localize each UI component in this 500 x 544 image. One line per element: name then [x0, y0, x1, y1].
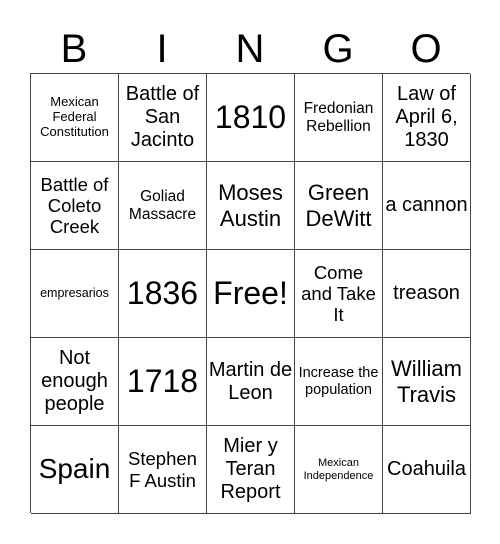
bingo-cell[interactable]: treason	[383, 250, 471, 338]
header-letter-n: N	[235, 27, 265, 71]
bingo-cell[interactable]: Martin de Leon	[207, 338, 295, 426]
bingo-cell[interactable]: a cannon	[383, 162, 471, 250]
bingo-cell[interactable]: Goliad Massacre	[119, 162, 207, 250]
bingo-header: B I N G O	[30, 26, 470, 72]
bingo-cell[interactable]: Mier y Teran Report	[207, 426, 295, 514]
bingo-cell[interactable]: Mexican Independence	[295, 426, 383, 514]
bingo-cell[interactable]: Law of April 6, 1830	[383, 74, 471, 162]
bingo-cell[interactable]: 1718	[119, 338, 207, 426]
bingo-cell[interactable]: 1810	[207, 74, 295, 162]
bingo-cell[interactable]: Spain	[31, 426, 119, 514]
bingo-cell[interactable]: Stephen F Austin	[119, 426, 207, 514]
header-letter-g: G	[322, 27, 354, 71]
bingo-cell[interactable]: Green DeWitt	[295, 162, 383, 250]
bingo-cell[interactable]: Come and Take It	[295, 250, 383, 338]
bingo-cell[interactable]: Battle of San Jacinto	[119, 74, 207, 162]
bingo-cell[interactable]: Increase the population	[295, 338, 383, 426]
bingo-cell[interactable]: Battle of Coleto Creek	[31, 162, 119, 250]
bingo-cell[interactable]: Moses Austin	[207, 162, 295, 250]
bingo-cell[interactable]: William Travis	[383, 338, 471, 426]
bingo-cell[interactable]: Not enough people	[31, 338, 119, 426]
bingo-cell[interactable]: Fredonian Rebellion	[295, 74, 383, 162]
bingo-cell[interactable]: empresarios	[31, 250, 119, 338]
bingo-cell[interactable]: Mexican Federal Constitution	[31, 74, 119, 162]
header-letter-b: B	[60, 27, 88, 71]
bingo-cell[interactable]: 1836	[119, 250, 207, 338]
free-space[interactable]: Free!	[207, 250, 295, 338]
bingo-cell[interactable]: Coahuila	[383, 426, 471, 514]
header-letter-o: O	[410, 27, 442, 71]
header-letter-i: I	[156, 27, 168, 71]
bingo-board: Mexican Federal Constitution Battle of S…	[30, 73, 471, 514]
